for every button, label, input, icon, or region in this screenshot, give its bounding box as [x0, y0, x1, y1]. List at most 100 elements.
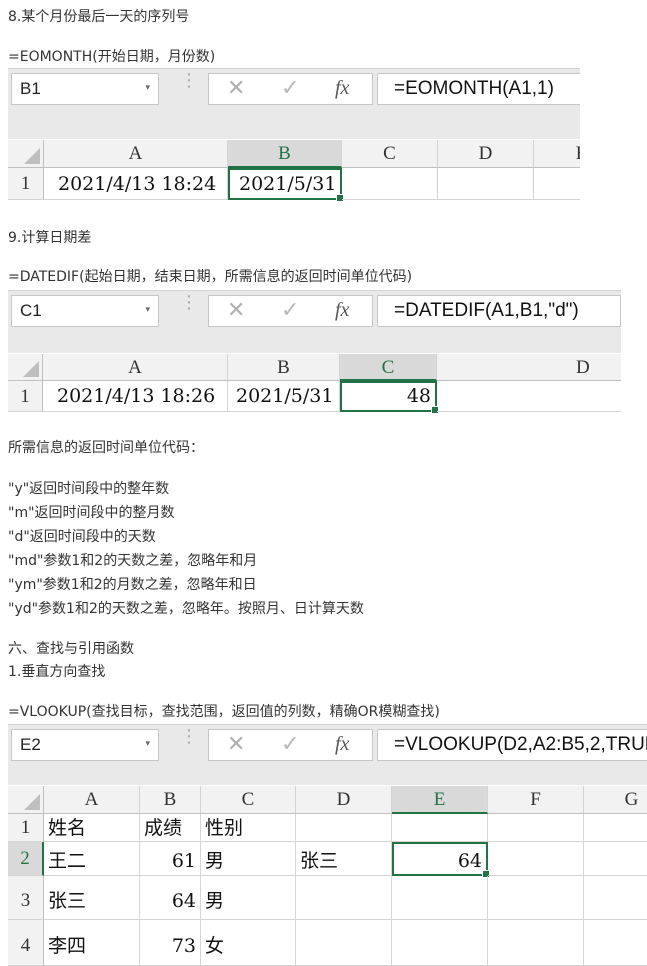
- row-header[interactable]: 1: [8, 168, 44, 200]
- column-header[interactable]: B: [228, 140, 342, 168]
- cell-B2[interactable]: 61: [140, 842, 201, 876]
- code-item: "d"返回时间段中的天数: [8, 529, 156, 545]
- cell-B4[interactable]: 73: [140, 920, 201, 966]
- cell-C4[interactable]: 女: [201, 920, 296, 966]
- code-item: "y"返回时间段中的整年数: [8, 481, 170, 497]
- cell-D1[interactable]: [437, 381, 621, 412]
- cell-D1[interactable]: [438, 168, 534, 200]
- section-9-title: 9.计算日期差: [8, 230, 92, 246]
- cell-F1[interactable]: [488, 814, 584, 842]
- formula-input[interactable]: =DATEDIF(A1,B1,"d"): [377, 295, 621, 327]
- column-header[interactable]: F: [488, 786, 584, 814]
- cell-G3[interactable]: [584, 876, 647, 920]
- select-all-corner[interactable]: [8, 786, 44, 814]
- cell-C1[interactable]: 性别: [201, 814, 296, 842]
- column-header[interactable]: A: [44, 140, 228, 168]
- cell-E4[interactable]: [392, 920, 488, 966]
- row-header[interactable]: 1: [8, 814, 44, 842]
- code-item: "ym"参数1和2的月数之差，忽略年和日: [8, 577, 257, 593]
- cell-B1[interactable]: 成绩: [140, 814, 201, 842]
- formula-buttons: ✕ ✓ fx: [208, 729, 373, 761]
- row-header[interactable]: 1: [8, 381, 43, 412]
- cell-D4[interactable]: [296, 920, 392, 966]
- cancel-icon[interactable]: ✕: [227, 298, 245, 323]
- chevron-down-icon[interactable]: ▾: [145, 739, 150, 749]
- cell-F3[interactable]: [488, 876, 584, 920]
- cell-F2[interactable]: [488, 842, 584, 876]
- column-header[interactable]: A: [44, 786, 140, 814]
- name-box[interactable]: C1 ▾: [11, 295, 159, 327]
- select-all-corner[interactable]: [8, 354, 43, 381]
- insert-function-icon[interactable]: fx: [335, 299, 349, 322]
- section-8-title: 8.某个月份最后一天的序列号: [8, 9, 190, 25]
- formula-bar: C1 ▾ ⋮ ✕ ✓ fx =DATEDIF(A1,B1,"d"): [8, 290, 621, 353]
- enter-icon[interactable]: ✓: [281, 298, 299, 323]
- select-all-corner[interactable]: [8, 140, 44, 168]
- more-icon[interactable]: ⋮: [180, 72, 198, 90]
- cell-E2[interactable]: 64: [392, 842, 490, 878]
- cell-C2[interactable]: 男: [201, 842, 296, 876]
- column-header[interactable]: E: [392, 786, 488, 814]
- cancel-icon[interactable]: ✕: [227, 732, 245, 757]
- cell-A1[interactable]: 姓名: [44, 814, 140, 842]
- insert-function-icon[interactable]: fx: [335, 733, 349, 756]
- cell-G4[interactable]: [584, 920, 647, 966]
- column-header[interactable]: E: [534, 140, 580, 168]
- cell-G1[interactable]: [584, 814, 647, 842]
- formula-text: =DATEDIF(A1,B1,"d"): [394, 300, 579, 321]
- cancel-icon[interactable]: ✕: [227, 76, 245, 101]
- column-header[interactable]: C: [342, 140, 438, 168]
- cell-B3[interactable]: 64: [140, 876, 201, 920]
- formula-buttons: ✕ ✓ fx: [208, 73, 373, 105]
- cell-E3[interactable]: [392, 876, 488, 920]
- code-item: "md"参数1和2的天数之差，忽略年和月: [8, 553, 258, 569]
- enter-icon[interactable]: ✓: [281, 732, 299, 757]
- cell-A1[interactable]: 2021/4/13 18:24: [44, 168, 228, 200]
- cell-A4[interactable]: 李四: [44, 920, 140, 966]
- cell-A2[interactable]: 王二: [44, 842, 140, 876]
- column-header[interactable]: D: [438, 140, 534, 168]
- cell-C1[interactable]: 48: [340, 381, 439, 414]
- cell-A3[interactable]: 张三: [44, 876, 140, 920]
- column-header[interactable]: D: [437, 354, 621, 381]
- enter-icon[interactable]: ✓: [281, 76, 299, 101]
- name-box[interactable]: B1 ▾: [11, 73, 159, 105]
- codes-heading: 所需信息的返回时间单位代码：: [8, 440, 204, 456]
- column-header[interactable]: C: [201, 786, 296, 814]
- code-item: "yd"参数1和2的天数之差，忽略年。按照月、日计算天数: [8, 601, 364, 617]
- column-header[interactable]: A: [43, 354, 228, 381]
- row-header[interactable]: 2: [8, 842, 44, 876]
- cell-B1[interactable]: 2021/5/31: [228, 168, 344, 202]
- name-box[interactable]: E2 ▾: [11, 729, 159, 761]
- cell-E1[interactable]: [392, 814, 488, 842]
- cell-D3[interactable]: [296, 876, 392, 920]
- formula-text: =VLOOKUP(D2,A2:B5,2,TRUE): [394, 734, 647, 755]
- cell-G2[interactable]: [584, 842, 647, 876]
- vlookup-subtitle: 1.垂直方向查找: [8, 664, 106, 680]
- formula-text: =EOMONTH(A1,1): [394, 78, 554, 99]
- cell-D2[interactable]: 张三: [296, 842, 392, 876]
- cell-C1[interactable]: [342, 168, 438, 200]
- column-header[interactable]: B: [228, 354, 340, 381]
- column-header[interactable]: B: [140, 786, 201, 814]
- formula-input[interactable]: =EOMONTH(A1,1): [377, 73, 580, 105]
- cell-D1[interactable]: [296, 814, 392, 842]
- cell-E1[interactable]: [534, 168, 580, 200]
- more-icon[interactable]: ⋮: [180, 728, 198, 746]
- row-header[interactable]: 3: [8, 876, 44, 920]
- column-header[interactable]: D: [296, 786, 392, 814]
- chevron-down-icon[interactable]: ▾: [145, 83, 150, 93]
- cell-C3[interactable]: 男: [201, 876, 296, 920]
- formula-input[interactable]: =VLOOKUP(D2,A2:B5,2,TRUE): [377, 729, 647, 761]
- column-header[interactable]: G: [584, 786, 647, 814]
- cell-F4[interactable]: [488, 920, 584, 966]
- cell-A1[interactable]: 2021/4/13 18:26: [43, 381, 228, 412]
- insert-function-icon[interactable]: fx: [335, 77, 349, 100]
- cell-B1[interactable]: 2021/5/31: [228, 381, 340, 412]
- formula-buttons: ✕ ✓ fx: [208, 295, 373, 327]
- chevron-down-icon[interactable]: ▾: [145, 305, 150, 315]
- row-header[interactable]: 4: [8, 920, 44, 966]
- column-header[interactable]: C: [340, 354, 437, 381]
- more-icon[interactable]: ⋮: [180, 294, 198, 312]
- datedif-syntax: =DATEDIF(起始日期，结束日期，所需信息的返回时间单位代码): [8, 269, 413, 285]
